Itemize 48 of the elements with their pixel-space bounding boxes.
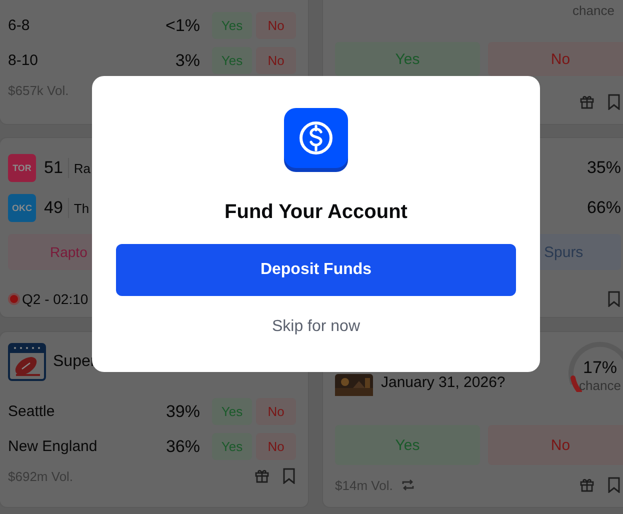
no-button[interactable]: No xyxy=(488,42,623,76)
yes-button[interactable]: Yes xyxy=(212,47,252,74)
yes-button[interactable]: Yes xyxy=(212,12,252,39)
team-chance: 66% xyxy=(586,198,621,218)
skip-link[interactable]: Skip for now xyxy=(268,314,364,340)
yes-button[interactable]: Yes xyxy=(335,425,480,465)
team-chance: 35% xyxy=(586,158,621,178)
team-score: 51 xyxy=(44,158,63,178)
deposit-button[interactable]: Deposit Funds xyxy=(116,244,516,296)
bookmark-icon[interactable] xyxy=(607,291,621,307)
no-button[interactable]: No xyxy=(256,12,296,39)
yes-button[interactable]: Yes xyxy=(212,433,252,460)
dollar-icon xyxy=(284,108,348,172)
gift-icon[interactable] xyxy=(579,94,595,110)
outcome-chance: <1% xyxy=(166,16,200,36)
bookmark-icon[interactable] xyxy=(607,94,621,110)
no-button[interactable]: No xyxy=(488,425,623,465)
team-logo: TOR xyxy=(8,154,36,182)
outcome-label: 8-10 xyxy=(8,52,40,69)
chance-value: 17% xyxy=(582,358,618,378)
football-icon xyxy=(8,343,46,381)
outcome-chance: 39% xyxy=(166,402,200,422)
market-title: January 31, 2026? xyxy=(381,374,506,391)
modal-title: Fund Your Account xyxy=(224,200,408,224)
outcome-label: 6-8 xyxy=(8,17,31,34)
bookmark-icon[interactable] xyxy=(607,477,621,493)
team-logo: OKC xyxy=(8,194,36,222)
no-button[interactable]: No xyxy=(256,47,296,74)
team-name: Ra xyxy=(74,160,91,176)
yes-button[interactable]: Yes xyxy=(335,42,480,76)
outcome-label: New England xyxy=(8,438,98,455)
live-dot xyxy=(10,295,18,303)
yes-button[interactable]: Yes xyxy=(212,398,252,425)
bookmark-icon[interactable] xyxy=(282,468,296,484)
repeat-icon[interactable] xyxy=(400,478,415,492)
game-status: Q2 - 02:10 xyxy=(22,291,88,307)
team-button[interactable]: Rapto xyxy=(8,234,92,270)
chance-label: chance xyxy=(579,378,621,393)
team-score: 49 xyxy=(44,198,63,218)
outcome-chance: 36% xyxy=(166,436,200,456)
no-button[interactable]: No xyxy=(256,433,296,460)
market-title: Super xyxy=(53,353,96,371)
gift-icon[interactable] xyxy=(254,468,270,484)
no-button[interactable]: No xyxy=(256,398,296,425)
outcome-chance: 3% xyxy=(175,50,200,70)
gift-icon[interactable] xyxy=(579,477,595,493)
team-name: Th xyxy=(74,200,90,216)
outcome-label: Seattle xyxy=(8,403,56,420)
